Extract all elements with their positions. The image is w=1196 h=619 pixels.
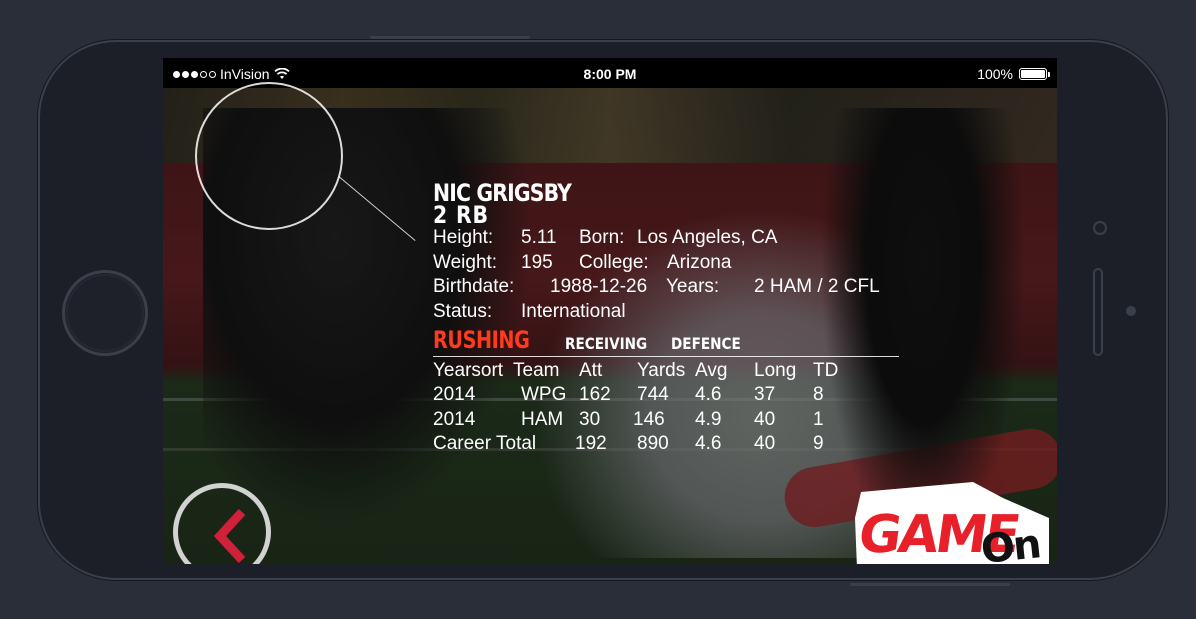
years-label: Years:	[666, 276, 720, 297]
speaker-grille	[1093, 268, 1103, 356]
college-label: College:	[579, 251, 649, 273]
birthdate-label: Birthdate:	[433, 276, 515, 297]
cell-att: 162	[579, 384, 611, 406]
status-value: International	[521, 300, 626, 322]
logo-text-on: On	[979, 521, 1042, 564]
status-bar: InVision 8:00 PM 100%	[163, 58, 1057, 88]
height-label: Height:	[433, 227, 494, 248]
column-header[interactable]: Yearsort	[433, 359, 503, 383]
column-header[interactable]: Long	[754, 359, 796, 383]
status-time: 8:00 PM	[583, 66, 637, 82]
table-row: 2014 WPG 162 744 4.6 37 8	[433, 383, 899, 407]
stats-table: Yearsort Team Att Yards Avg Long TD 2014…	[433, 359, 899, 456]
column-header[interactable]: Att	[579, 359, 602, 383]
weight-value: 195	[521, 251, 553, 273]
cell-long: 37	[754, 384, 776, 406]
cell-td: 9	[813, 432, 824, 454]
detail-row: Status: International	[433, 300, 899, 325]
cell-year: 2014	[433, 384, 476, 406]
tab-rushing[interactable]: RUSHING	[433, 326, 530, 354]
cell-att: 30	[579, 408, 601, 430]
birthdate-value: 1988-12-26	[550, 276, 648, 297]
college-value: Arizona	[667, 251, 732, 273]
born-value: Los Angeles, CA	[637, 227, 778, 248]
stats-header-row: Yearsort Team Att Yards Avg Long TD	[433, 359, 899, 383]
cell-td: 1	[813, 408, 824, 430]
player-name: NIC GRIGSBY	[433, 179, 572, 207]
cell-avg: 4.6	[695, 432, 722, 454]
home-button-ring	[66, 274, 144, 352]
cell-team: HAM	[521, 408, 564, 430]
cell-yards: 744	[637, 384, 669, 406]
cell-avg: 4.9	[695, 408, 722, 430]
player-info-panel: NIC GRIGSBY 2 RB Height: 5.11 Born: Los …	[433, 179, 899, 456]
table-row-career: Career Total 192 890 4.6 40 9	[433, 432, 899, 456]
camera-icon	[1093, 221, 1107, 235]
player-number-position: 2 RB	[433, 201, 489, 229]
battery-percent: 100%	[977, 66, 1013, 82]
detail-row: Birthdate: 1988-12-26 Years: 2 HAM / 2 C…	[433, 275, 899, 300]
stats-tabs: RUSHING RECEIVING DEFENCE	[433, 326, 899, 357]
years-value: 2 HAM / 2 CFL	[754, 276, 880, 297]
cell-att: 192	[575, 432, 607, 454]
tab-defence[interactable]: DEFENCE	[671, 334, 741, 353]
sensor-dot	[1126, 306, 1136, 316]
cell-career-label: Career Total	[433, 432, 537, 454]
status-label: Status:	[433, 300, 493, 322]
player-highlight-circle	[195, 82, 343, 230]
column-header[interactable]: Yards	[637, 359, 685, 383]
table-row: 2014 HAM 30 146 4.9 40 1	[433, 408, 899, 432]
status-right: 100%	[977, 66, 1050, 82]
column-header[interactable]: TD	[813, 359, 838, 383]
cell-yards: 890	[637, 432, 669, 454]
cell-year: 2014	[433, 408, 476, 430]
detail-row: Height: 5.11 Born: Los Angeles, CA	[433, 226, 899, 251]
phone-side-button	[850, 583, 1010, 586]
column-header[interactable]: Avg	[695, 359, 727, 383]
height-value: 5.11	[521, 227, 557, 248]
battery-icon	[1019, 68, 1050, 80]
cell-yards: 146	[633, 408, 665, 430]
column-header[interactable]: Team	[513, 359, 559, 383]
cell-avg: 4.6	[695, 384, 722, 406]
cell-team: WPG	[521, 384, 567, 406]
app-screen: InVision 8:00 PM 100% NIC GRIGSBY 2 RB H…	[163, 58, 1057, 564]
phone-side-button	[370, 36, 530, 39]
cell-long: 40	[754, 432, 776, 454]
detail-row: Weight: 195 College: Arizona	[433, 251, 899, 276]
tab-receiving[interactable]: RECEIVING	[565, 334, 647, 353]
chevron-left-icon	[213, 508, 246, 564]
gameon-logo: GAME On	[855, 482, 1049, 564]
born-label: Born:	[579, 227, 625, 248]
cell-long: 40	[754, 408, 776, 430]
weight-label: Weight:	[433, 251, 498, 273]
cell-td: 8	[813, 384, 824, 406]
